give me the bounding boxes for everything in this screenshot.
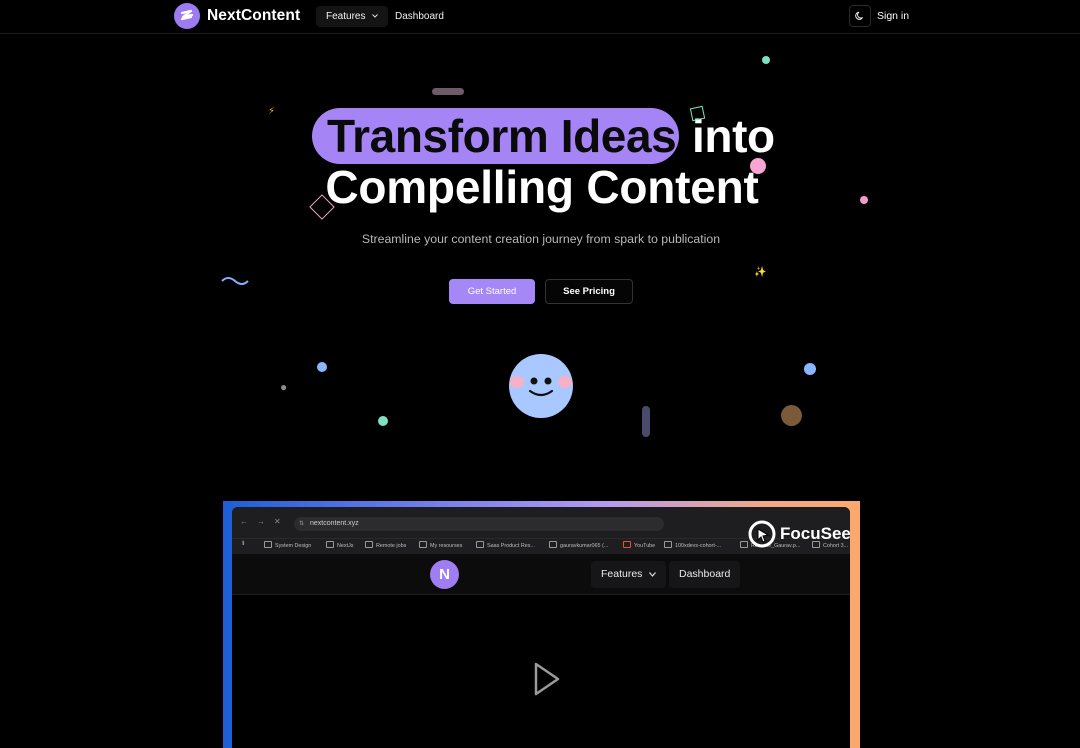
focusee-logo-icon <box>748 520 776 548</box>
demo-video-frame[interactable]: ← → ✕ ⇅ nextcontent.xyz ⦀ System Design … <box>223 501 860 748</box>
back-arrow-icon: ← <box>240 517 248 526</box>
square-outline-decoration <box>689 105 706 122</box>
dot-decoration <box>860 196 868 204</box>
bookmark-item: Saas Product Res... <box>476 541 535 549</box>
lightning-icon: ⚡ <box>268 106 276 117</box>
dot-decoration <box>378 416 388 426</box>
recorded-logo-icon: N <box>430 560 459 589</box>
chevron-down-icon <box>649 571 657 577</box>
play-icon[interactable] <box>534 662 560 701</box>
bookmark-item: System Design <box>264 541 311 549</box>
see-pricing-button[interactable]: See Pricing <box>545 279 633 304</box>
sparkles-icon: ✨ <box>754 267 767 278</box>
recorded-dashboard-button: Dashboard <box>669 561 741 588</box>
address-bar: ⇅ nextcontent.xyz <box>294 517 664 531</box>
address-url: nextcontent.xyz <box>310 520 359 527</box>
wave-icon <box>221 272 249 290</box>
bookmark-item: gauravkumar065 (... <box>549 541 608 549</box>
browser-recording: ← → ✕ ⇅ nextcontent.xyz ⦀ System Design … <box>232 507 850 748</box>
headline-line-two: Compelling Content <box>325 161 759 213</box>
bookmark-item: 100xdevs-cohort-... <box>664 541 721 549</box>
bookmark-item: YouTube <box>623 541 655 549</box>
dot-decoration <box>781 405 802 426</box>
forward-arrow-icon: → <box>257 517 265 526</box>
rock-icon: ● <box>280 380 288 394</box>
close-icon: ✕ <box>274 517 281 526</box>
recorded-page-navbar: N Features Dashboard <box>232 554 850 595</box>
bookmark-item: Remote jobs <box>365 541 406 549</box>
dot-decoration <box>762 56 770 64</box>
site-info-icon: ⇅ <box>299 521 305 527</box>
headline-highlight-text: Transform Ideas <box>327 110 677 162</box>
hero-headline: Transform Ideas into Compelling Content <box>0 0 1080 230</box>
dot-decoration <box>317 362 327 372</box>
bookmark-item: My resourses <box>419 541 462 549</box>
dot-decoration <box>804 363 816 375</box>
bookmark-item: NextJs <box>326 541 353 549</box>
hero-subtitle: Streamline your content creation journey… <box>361 232 721 246</box>
get-started-button[interactable]: Get Started <box>449 279 535 304</box>
smiley-mascot-icon <box>508 353 574 419</box>
bookmark-item: ⦀ <box>242 541 245 547</box>
floating-bar-decoration <box>642 406 650 437</box>
floating-bar-decoration <box>432 88 464 95</box>
focusee-watermark: FocuSee <box>748 520 850 548</box>
dot-decoration <box>750 158 766 174</box>
recorded-features-button: Features <box>591 561 667 588</box>
